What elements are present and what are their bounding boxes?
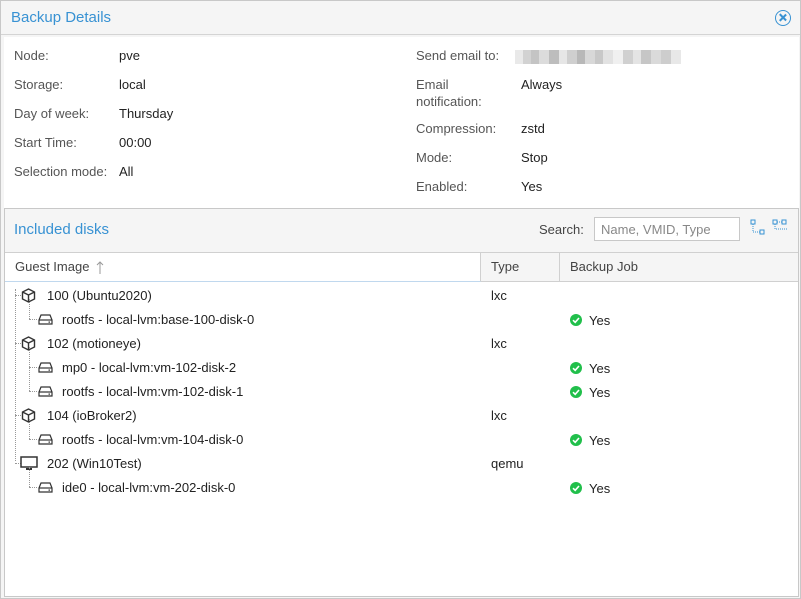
hdd-icon	[38, 314, 53, 325]
check-circle-icon	[570, 362, 582, 374]
backup-job-value: Yes	[589, 361, 611, 376]
tree-connector	[29, 487, 37, 488]
guest-type: qemu	[491, 456, 524, 471]
backup-job-header-label: Backup Job	[570, 259, 638, 274]
expand-all-icon[interactable]	[750, 219, 766, 235]
tree-connector	[29, 319, 37, 320]
selection-mode-label: Selection mode:	[14, 164, 108, 179]
included-disks-title: Included disks	[14, 221, 110, 238]
storage-value: local	[119, 77, 146, 92]
tree-row-disk[interactable]: mp0 - local-lvm:vm-102-disk-2 Yes	[5, 355, 798, 379]
search-label: Search:	[539, 222, 584, 237]
node-label: Node:	[14, 48, 49, 63]
email-redacted-blur	[515, 50, 681, 64]
tree-row-guest[interactable]: 102 (motioneye) lxc	[5, 331, 798, 355]
mode-value: Stop	[521, 150, 548, 165]
window-titlebar: Backup Details	[1, 1, 800, 35]
hdd-icon	[38, 386, 53, 397]
tree-row-disk[interactable]: rootfs - local-lvm:vm-102-disk-1 Yes	[5, 379, 798, 403]
backup-job-value: Yes	[589, 385, 611, 400]
guest-name: 202 (Win10Test)	[47, 456, 142, 471]
column-header-backup-job[interactable]: Backup Job	[560, 253, 798, 281]
email-notification-label-line2: notification:	[416, 94, 482, 109]
column-headers: Guest Image Type Backup Job	[5, 252, 798, 282]
mode-label: Mode:	[416, 150, 453, 165]
enabled-value: Yes	[521, 179, 543, 194]
sort-ascending-icon	[96, 260, 104, 274]
enabled-label: Enabled:	[416, 179, 468, 194]
disk-name: mp0 - local-lvm:vm-102-disk-2	[62, 360, 237, 375]
start-time-label: Start Time:	[14, 135, 77, 150]
compression-label: Compression:	[416, 121, 497, 136]
backup-details-window: Backup Details Node: pve Storage: local …	[0, 0, 801, 599]
search-input[interactable]	[594, 217, 740, 241]
guest-name: 102 (motioneye)	[47, 336, 141, 351]
included-disks-panel: Included disks Search: Guest Image	[4, 208, 799, 597]
day-of-week-value: Thursday	[119, 106, 174, 121]
disk-name: rootfs - local-lvm:base-100-disk-0	[62, 312, 255, 327]
guest-name: 100 (Ubuntu2020)	[47, 288, 152, 303]
backup-job-value: Yes	[589, 433, 611, 448]
backup-job-value: Yes	[589, 481, 611, 496]
send-email-label: Send email to:	[416, 48, 500, 63]
tree-row-disk[interactable]: rootfs - local-lvm:base-100-disk-0 Yes	[5, 307, 798, 331]
column-header-type[interactable]: Type	[481, 253, 560, 281]
disk-name: ide0 - local-lvm:vm-202-disk-0	[62, 480, 236, 495]
window-title: Backup Details	[11, 9, 112, 26]
check-circle-icon	[570, 386, 582, 398]
email-notification-label-line1: Email	[416, 77, 449, 92]
type-header-label: Type	[491, 259, 520, 274]
column-header-guest-image[interactable]: Guest Image	[5, 253, 481, 282]
hdd-icon	[38, 362, 53, 373]
tree-row-guest[interactable]: 104 (ioBroker2) lxc	[5, 403, 798, 427]
selection-mode-value: All	[119, 164, 134, 179]
compression-value: zstd	[521, 121, 545, 136]
start-time-value: 00:00	[119, 135, 152, 150]
check-circle-icon	[570, 482, 582, 494]
tree-row-guest[interactable]: 202 (Win10Test) qemu	[5, 451, 798, 475]
collapse-all-icon[interactable]	[772, 219, 788, 235]
details-panel: Node: pve Storage: local Day of week: Th…	[4, 37, 799, 209]
guest-name: 104 (ioBroker2)	[47, 408, 137, 423]
node-value: pve	[119, 48, 140, 63]
close-icon[interactable]	[775, 10, 791, 26]
tree-connector	[29, 439, 37, 440]
guest-image-header-label: Guest Image	[15, 259, 90, 274]
tree-row-guest[interactable]: 100 (Ubuntu2020) lxc	[5, 283, 798, 307]
guest-type: lxc	[491, 336, 507, 351]
tree-row-disk[interactable]: ide0 - local-lvm:vm-202-disk-0 Yes	[5, 475, 798, 499]
disk-name: rootfs - local-lvm:vm-102-disk-1	[62, 384, 244, 399]
guest-type: lxc	[491, 288, 507, 303]
check-circle-icon	[570, 314, 582, 326]
guest-type: lxc	[491, 408, 507, 423]
check-circle-icon	[570, 434, 582, 446]
email-notification-value: Always	[521, 77, 563, 92]
backup-job-value: Yes	[589, 313, 611, 328]
day-of-week-label: Day of week:	[14, 106, 90, 121]
tree-connector	[29, 367, 37, 368]
storage-label: Storage:	[14, 77, 64, 92]
tree-row-disk[interactable]: rootfs - local-lvm:vm-104-disk-0 Yes	[5, 427, 798, 451]
disks-toolbar: Included disks Search:	[5, 209, 798, 252]
disk-name: rootfs - local-lvm:vm-104-disk-0	[62, 432, 244, 447]
hdd-icon	[38, 482, 53, 493]
tree-connector	[29, 391, 37, 392]
hdd-icon	[38, 434, 53, 445]
